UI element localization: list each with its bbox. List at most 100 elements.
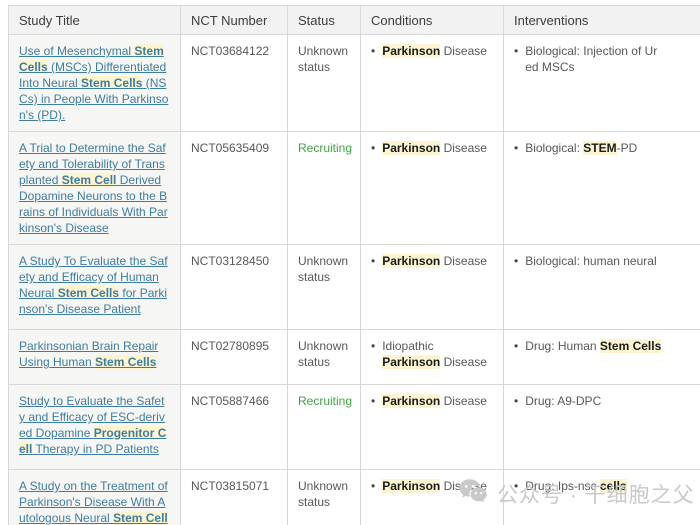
list-item-text: Biological: STEM-PD bbox=[525, 140, 637, 156]
list-item-text: Parkinson Disease bbox=[382, 253, 487, 269]
list-item: • Idiopathic Parkinson Disease bbox=[371, 338, 493, 370]
nct-number-cell: NCT05887466 bbox=[181, 385, 288, 469]
table-body: Use of Mesenchymal Stem Cells (MSCs) Dif… bbox=[9, 35, 700, 525]
text-segment: Drug: Ips-nsc bbox=[525, 479, 600, 493]
list-item-text: Parkinson Disease bbox=[382, 43, 487, 59]
text-segment: Therapy in PD Patients bbox=[32, 442, 159, 456]
list-item-text: Drug: Human Stem Cells bbox=[525, 338, 661, 354]
text-segment: Biological: human neural bbox=[525, 254, 656, 268]
study-title-cell: A Trial to Determine the Safety and Tole… bbox=[9, 132, 181, 244]
text-segment: Disease bbox=[440, 44, 487, 58]
study-title-cell: Study to Evaluate the Safety and Efficac… bbox=[9, 385, 181, 469]
text-segment: Drug: Human bbox=[525, 339, 600, 353]
highlighted-term: Stem Cell bbox=[62, 173, 117, 187]
list-item-text: Biological: human neural bbox=[525, 253, 656, 269]
nct-number-cell: NCT02780895 bbox=[181, 330, 288, 384]
study-title-cell: Use of Mesenchymal Stem Cells (MSCs) Dif… bbox=[9, 35, 181, 131]
status-badge: Unknown status bbox=[298, 254, 348, 284]
list-item-text: Parkinson Disease bbox=[382, 393, 487, 409]
highlighted-term: Stem Cells bbox=[600, 339, 661, 353]
study-title-cell: Parkinsonian Brain Repair Using Human St… bbox=[9, 330, 181, 384]
nct-number-cell: NCT03815071 bbox=[181, 470, 288, 525]
table-row: Use of Mesenchymal Stem Cells (MSCs) Dif… bbox=[9, 35, 700, 132]
bullet-icon: • bbox=[514, 478, 518, 494]
highlighted-term: Stem Cells bbox=[58, 286, 119, 300]
list-item: • Drug: A9-DPC bbox=[514, 393, 700, 409]
interventions-cell: • Drug: Human Stem Cells bbox=[504, 330, 700, 384]
status-badge: Recruiting bbox=[298, 394, 352, 408]
bullet-icon: • bbox=[371, 253, 375, 269]
conditions-cell: •Parkinson Disease bbox=[361, 470, 504, 525]
table-row: A Study To Evaluate the Safety and Effic… bbox=[9, 245, 700, 330]
highlighted-term: Parkinson bbox=[382, 254, 440, 268]
list-item: •Parkinson Disease bbox=[371, 140, 493, 156]
table-row: Study to Evaluate the Safety and Efficac… bbox=[9, 385, 700, 470]
interventions-cell: • Biological: human neural bbox=[504, 245, 700, 329]
list-item-text: Drug: A9-DPC bbox=[525, 393, 601, 409]
highlighted-term: STEM bbox=[583, 141, 616, 155]
column-header-nct-number: NCT Number bbox=[181, 6, 288, 34]
nct-number-cell: NCT03128450 bbox=[181, 245, 288, 329]
list-item: • Parkinson Disease bbox=[371, 393, 493, 409]
list-item: •Drug: Ips-nsc cells bbox=[514, 478, 700, 494]
text-segment: Biological: Injection of Ur ed MSCs bbox=[525, 44, 657, 74]
study-title-link[interactable]: Use of Mesenchymal Stem Cells (MSCs) Dif… bbox=[19, 44, 168, 122]
bullet-icon: • bbox=[371, 393, 375, 409]
study-title-link[interactable]: A Study on the Treatment of Parkinson's … bbox=[19, 479, 168, 525]
text-segment: Use of Mesenchymal bbox=[19, 44, 134, 58]
list-item: • Parkinson Disease bbox=[371, 253, 493, 269]
study-title-link[interactable]: Parkinsonian Brain Repair Using Human St… bbox=[19, 339, 158, 369]
conditions-cell: • Parkinson Disease bbox=[361, 385, 504, 469]
conditions-cell: • Parkinson Disease bbox=[361, 35, 504, 131]
text-segment: Disease bbox=[440, 254, 487, 268]
study-title-link[interactable]: Study to Evaluate the Safety and Efficac… bbox=[19, 394, 166, 456]
conditions-cell: • Parkinson Disease bbox=[361, 245, 504, 329]
table-row: Parkinsonian Brain Repair Using Human St… bbox=[9, 330, 700, 385]
bullet-icon: • bbox=[514, 253, 518, 269]
bullet-icon: • bbox=[514, 338, 518, 354]
status-cell: Unknown status bbox=[288, 245, 361, 329]
bullet-icon: • bbox=[371, 43, 375, 59]
table-header-row: Study Title NCT Number Status Conditions… bbox=[9, 6, 700, 35]
bullet-icon: • bbox=[371, 140, 375, 156]
highlighted-term: Parkinson bbox=[382, 141, 440, 155]
study-title-link[interactable]: A Study To Evaluate the Safety and Effic… bbox=[19, 254, 168, 316]
highlighted-term: Parkinson bbox=[382, 479, 440, 493]
conditions-cell: • Idiopathic Parkinson Disease bbox=[361, 330, 504, 384]
list-item-text: Parkinson Disease bbox=[382, 478, 487, 494]
list-item: •Biological: Injection of Ur ed MSCs bbox=[514, 43, 700, 75]
status-badge: Recruiting bbox=[298, 141, 352, 155]
interventions-cell: •Biological: Injection of Ur ed MSCs bbox=[504, 35, 700, 131]
column-header-conditions: Conditions bbox=[361, 6, 504, 34]
text-segment: Biological: bbox=[525, 141, 583, 155]
bullet-icon: • bbox=[514, 393, 518, 409]
highlighted-term: Stem Cells bbox=[95, 355, 156, 369]
clinical-trials-page: Study Title NCT Number Status Conditions… bbox=[0, 0, 700, 525]
status-cell: Unknown status bbox=[288, 330, 361, 384]
bullet-icon: • bbox=[371, 338, 375, 354]
interventions-cell: • Biological: STEM-PD bbox=[504, 132, 700, 244]
nct-number-cell: NCT05635409 bbox=[181, 132, 288, 244]
highlighted-term: Stem Cells bbox=[81, 76, 142, 90]
bullet-icon: • bbox=[514, 140, 518, 156]
text-segment: Disease bbox=[440, 355, 487, 369]
status-badge: Unknown status bbox=[298, 44, 348, 74]
study-title-link[interactable]: A Trial to Determine the Safety and Tole… bbox=[19, 141, 168, 235]
list-item: • Biological: STEM-PD bbox=[514, 140, 700, 156]
highlighted-term: Parkinson bbox=[382, 44, 440, 58]
text-segment: Disease bbox=[440, 479, 487, 493]
table-row: A Trial to Determine the Safety and Tole… bbox=[9, 132, 700, 245]
text-segment: -PD bbox=[617, 141, 638, 155]
text-segment: Disease bbox=[440, 394, 487, 408]
highlighted-term: Parkinson bbox=[382, 355, 440, 369]
status-cell: Unknown status bbox=[288, 470, 361, 525]
interventions-cell: •Drug: Ips-nsc cells bbox=[504, 470, 700, 525]
nct-number-cell: NCT03684122 bbox=[181, 35, 288, 131]
list-item: • Drug: Human Stem Cells bbox=[514, 338, 700, 354]
status-badge: Unknown status bbox=[298, 479, 348, 509]
list-item-text: Idiopathic Parkinson Disease bbox=[382, 338, 493, 370]
column-header-status: Status bbox=[288, 6, 361, 34]
column-header-study-title: Study Title bbox=[9, 6, 181, 34]
text-segment: Idiopathic bbox=[382, 339, 433, 353]
study-title-cell: A Study on the Treatment of Parkinson's … bbox=[9, 470, 181, 525]
